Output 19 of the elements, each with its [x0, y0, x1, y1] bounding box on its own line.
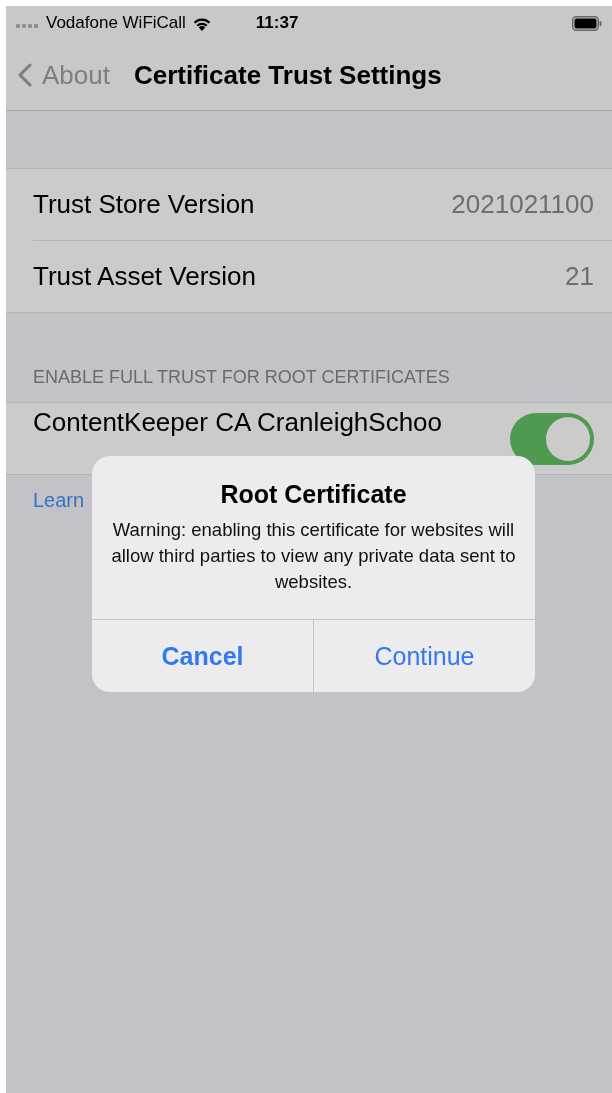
setting-label: Trust Store Version: [33, 189, 255, 220]
setting-value: 21: [565, 261, 594, 292]
certificate-name: ContentKeeper CA CranleighSchoo: [33, 407, 443, 438]
continue-button[interactable]: Continue: [313, 620, 535, 692]
cancel-button[interactable]: Cancel: [92, 620, 313, 692]
learn-link[interactable]: Learn: [33, 489, 85, 512]
signal-icon: [16, 23, 40, 29]
carrier-name: Vodafone WiFiCall: [46, 13, 186, 33]
chevron-left-icon: [18, 63, 32, 87]
setting-label: Trust Asset Version: [33, 261, 257, 292]
back-button[interactable]: About: [18, 59, 110, 91]
section-header: ENABLE FULL TRUST FOR ROOT CERTIFICATES: [32, 366, 451, 389]
battery-icon: [572, 15, 602, 31]
setting-value: 2021021100: [451, 189, 594, 220]
alert-message: Warning: enabling this certificate for websites will allow third parties to view any private data sent to websites.: [110, 518, 517, 594]
alert-title: Root Certificate: [219, 480, 408, 509]
status-time: 11:37: [255, 13, 299, 33]
trust-toggle[interactable]: [510, 413, 594, 465]
page-title: Certificate Trust Settings: [133, 59, 442, 91]
